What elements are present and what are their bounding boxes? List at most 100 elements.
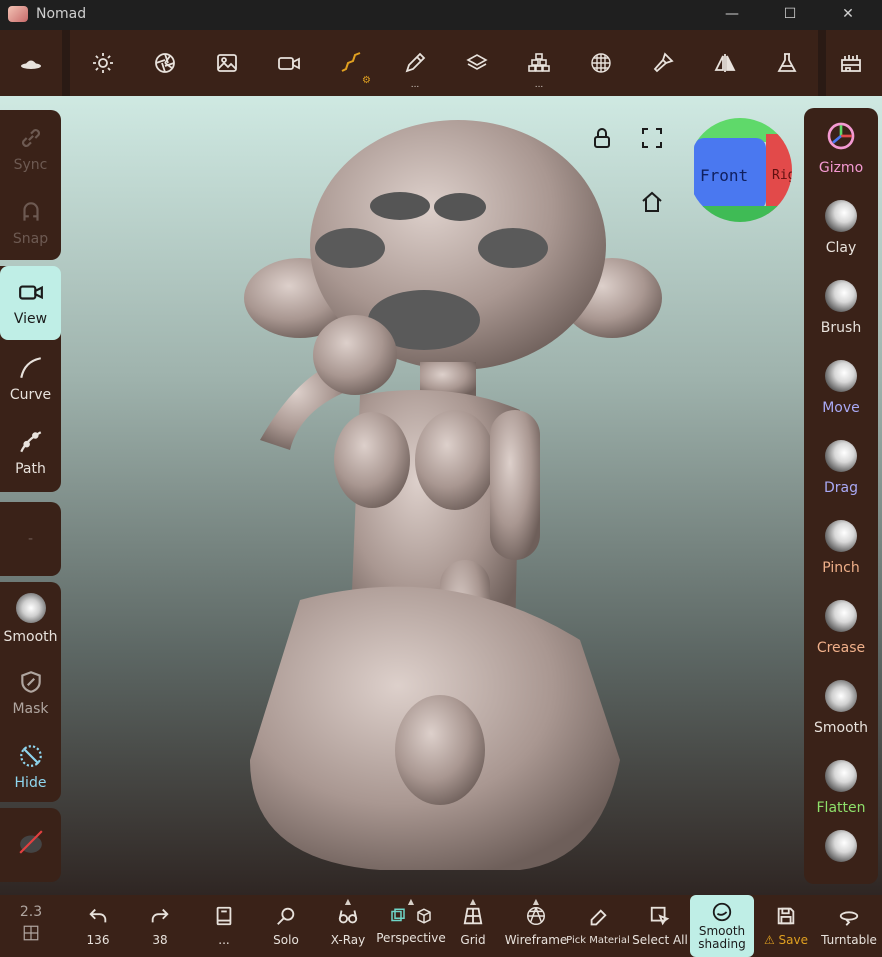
select-all-icon — [650, 906, 670, 926]
clay-tool-button[interactable]: Clay — [804, 188, 878, 268]
magnet-icon — [22, 202, 39, 221]
snap-button[interactable]: Snap — [0, 186, 61, 260]
view-cube-gizmo[interactable]: Front Rig — [688, 118, 792, 222]
path-icon — [19, 431, 41, 453]
factory-icon — [841, 55, 861, 72]
undo-button[interactable]: 136 — [70, 895, 126, 957]
bottom-toolbar: 2.3 136 38 ... Solo ▲ X-Ray ▲ Perspectiv… — [0, 895, 882, 957]
brush-label: Brush — [820, 320, 862, 336]
pick-material-button[interactable]: Pick Material — [566, 895, 630, 957]
turntable-button[interactable]: Turntable — [816, 895, 882, 957]
smooth-ball-icon — [15, 593, 46, 623]
flatten-tool-button[interactable]: Flatten — [804, 748, 878, 828]
select-all-button[interactable]: Select All — [632, 895, 688, 957]
path-label: Path — [15, 461, 46, 477]
sync-button[interactable]: Sync — [0, 112, 61, 186]
drag-ball-icon — [825, 440, 857, 472]
grid-button[interactable]: ▲ Grid — [450, 895, 496, 957]
move-ball-icon — [825, 360, 857, 392]
pick-material-label: Pick Material — [566, 934, 630, 946]
redo-icon — [151, 908, 169, 923]
minimize-button[interactable]: — — [712, 2, 752, 26]
pinch-label: Pinch — [822, 560, 860, 576]
undo-count: 136 — [86, 933, 110, 947]
crease-tool-button[interactable]: Crease — [804, 588, 878, 668]
gizmo-label: Gizmo — [818, 160, 864, 176]
mask-label: Mask — [12, 701, 49, 717]
material-preview-button[interactable] — [0, 808, 61, 882]
postprocess-button[interactable] — [134, 30, 196, 96]
left-smooth-panel: Smooth Mask Hide — [0, 582, 61, 802]
save-label: Save — [778, 933, 809, 947]
stack-more-icon: ... — [534, 80, 544, 90]
undo-icon — [89, 908, 107, 923]
material-button[interactable] — [446, 30, 508, 96]
smooth-shading-button[interactable]: Smooth shading — [690, 895, 754, 957]
wireframe-caret-icon: ▲ — [532, 897, 540, 906]
mirror-icon — [714, 54, 736, 72]
solo-label: Solo — [273, 933, 299, 947]
save-button[interactable]: ⚠ Save — [758, 895, 814, 957]
smooth-shading-icon — [712, 902, 732, 922]
empty-slot[interactable]: - — [0, 502, 61, 576]
lighting-button[interactable] — [72, 30, 134, 96]
flatten-ball-icon — [825, 760, 857, 792]
save-label-wrap: ⚠ Save — [764, 933, 808, 947]
eyedropper-icon — [590, 908, 607, 925]
symmetry-button[interactable] — [694, 30, 756, 96]
sphere-grid-icon — [591, 53, 611, 73]
more-tools-button[interactable] — [804, 820, 878, 880]
book-icon — [216, 906, 232, 926]
history-button[interactable]: ... — [196, 895, 252, 957]
drag-tool-button[interactable]: Drag — [804, 428, 878, 508]
topology-button[interactable]: ... — [508, 30, 570, 96]
version-label: 2.3 — [19, 904, 43, 920]
link-icon — [21, 129, 40, 147]
camera-button[interactable] — [258, 30, 320, 96]
pinch-tool-button[interactable]: Pinch — [804, 508, 878, 588]
move-tool-button[interactable]: Move — [804, 348, 878, 428]
hide-tool-button[interactable]: Hide — [0, 730, 61, 804]
clay-label: Clay — [825, 240, 857, 256]
sun-icon — [93, 53, 113, 73]
ortho-icon — [391, 908, 405, 922]
smooth-tool-button-right[interactable]: Smooth — [804, 668, 878, 748]
warning-icon: ⚠ — [763, 933, 779, 947]
scene-button[interactable] — [820, 30, 882, 96]
3d-viewport[interactable]: Front Rig — [0, 96, 882, 895]
curve-icon — [19, 357, 41, 378]
gizmo-icon — [827, 122, 855, 150]
redo-button[interactable]: 38 — [132, 895, 188, 957]
brush-tool-button-right[interactable]: Brush — [804, 268, 878, 348]
smooth-ball-icon — [825, 680, 857, 712]
wireframe-button[interactable]: ▲ Wireframe — [504, 895, 568, 957]
solo-button[interactable]: Solo — [258, 895, 314, 957]
stroke-button[interactable]: ⚙ — [320, 30, 382, 96]
close-button[interactable]: ✕ — [828, 2, 868, 26]
curve-button[interactable]: Curve — [0, 342, 61, 416]
fullscreen-icon[interactable] — [640, 126, 664, 150]
xray-button[interactable]: ▲ X-Ray — [320, 895, 376, 957]
perspective-button[interactable]: ▲ Perspective — [376, 895, 446, 957]
smooth-right-label: Smooth — [813, 720, 869, 736]
view-button[interactable]: View — [0, 266, 61, 340]
path-button[interactable]: Path — [0, 416, 61, 490]
left-empty-panel: - — [0, 502, 61, 576]
crease-label: Crease — [816, 640, 866, 656]
clay-ball-icon — [825, 200, 857, 232]
home-icon[interactable] — [640, 190, 664, 214]
mask-tool-button[interactable]: Mask — [0, 656, 61, 730]
drag-label: Drag — [823, 480, 858, 496]
maximize-button[interactable]: ☐ — [770, 2, 810, 26]
app-menu-button[interactable] — [0, 30, 62, 96]
background-button[interactable] — [196, 30, 258, 96]
version-menu[interactable]: 2.3 — [0, 895, 62, 957]
smooth-tool-button[interactable]: Smooth — [0, 582, 61, 656]
mesh-button[interactable] — [570, 30, 632, 96]
gizmo-tool-button[interactable]: Gizmo — [804, 108, 878, 188]
paint-button[interactable]: ... — [384, 30, 446, 96]
brush-tool-button[interactable] — [632, 30, 694, 96]
nomad-logo-icon — [21, 60, 41, 69]
lock-icon[interactable] — [590, 126, 614, 150]
tests-button[interactable] — [756, 30, 818, 96]
